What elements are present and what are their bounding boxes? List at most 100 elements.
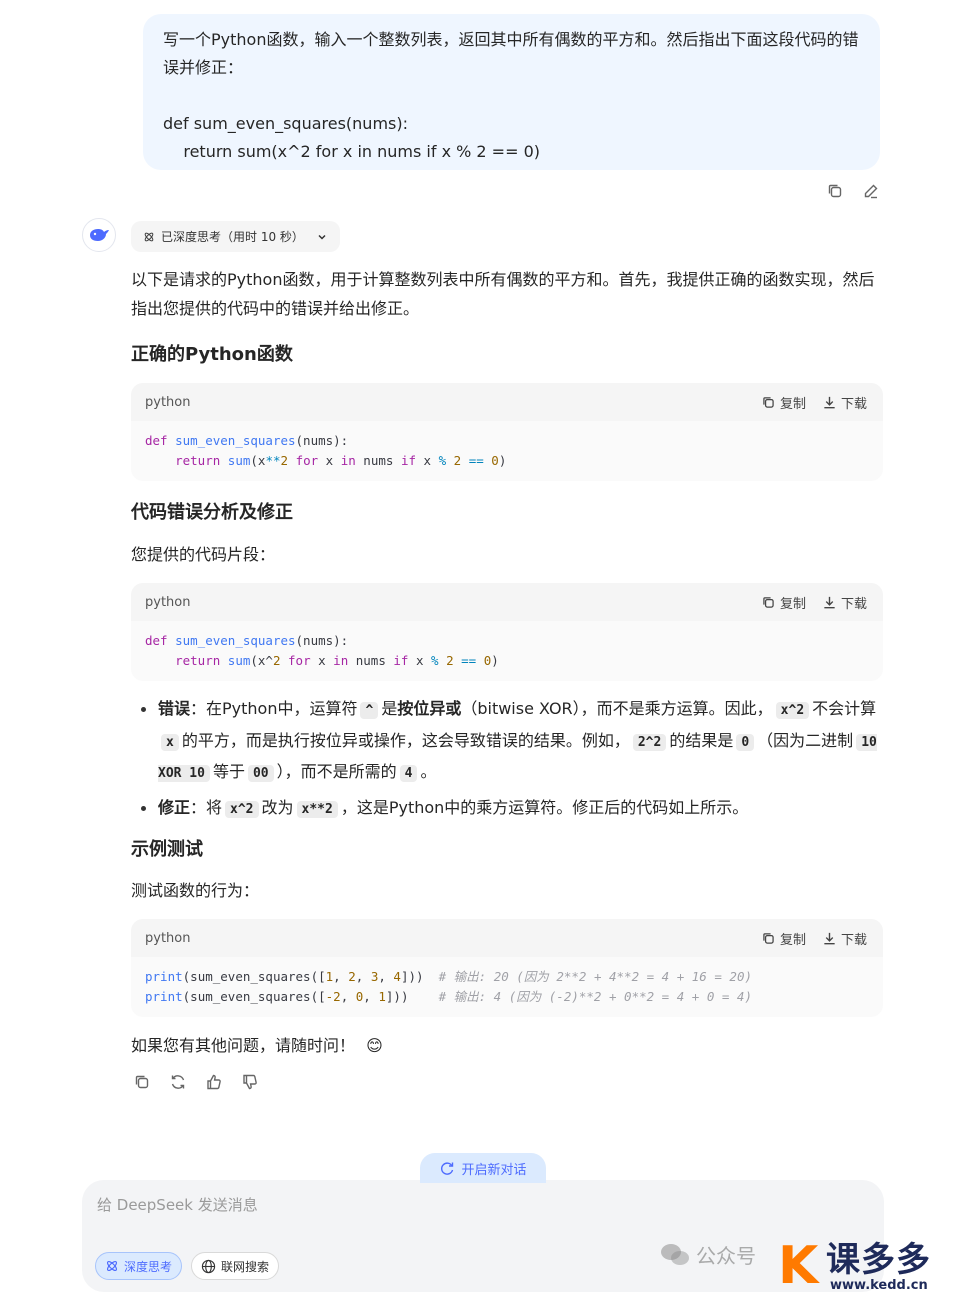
download-label: 下载 — [840, 932, 867, 948]
user-message-line: 写一个Python函数，输入一个整数列表，返回其中所有偶数的平方和。然后指出下面… — [163, 30, 859, 77]
code-token: == — [461, 653, 477, 668]
bullet-text: 的平方，而是执行按位异或操作，这会导致错误的结果。例如， — [181, 730, 630, 750]
code-token: == — [468, 453, 484, 468]
list-item: 错误：在Python中，运算符 ^ 是按位异或（bitwise XOR），而不是乘方… — [131, 694, 883, 789]
inline-code: 0 — [736, 733, 755, 751]
watermark-text: 公众号 — [696, 1244, 756, 1268]
answer-outro: 如果您有其他问题，请随时问！ 😊 — [131, 1031, 383, 1060]
copy-icon[interactable] — [131, 1071, 153, 1093]
code-token: return — [175, 453, 221, 468]
code-token: (nums): — [295, 633, 349, 648]
code-token: sum — [227, 653, 251, 668]
code-content: print(sum_even_squares([1, 2, 3, 4])) # … — [145, 969, 752, 1004]
deep-think-label: 深度思考 — [124, 1259, 173, 1274]
code-token: def — [145, 433, 168, 448]
new-chat-icon — [441, 1162, 454, 1175]
code-token: def — [145, 633, 168, 648]
edit-icon[interactable] — [860, 180, 882, 202]
bullet-text: ：将 — [190, 797, 223, 817]
user-message-spacer — [163, 82, 860, 110]
code-token: print — [145, 969, 183, 984]
copy-code-button[interactable]: 复制 — [761, 929, 806, 948]
code-token: ) — [491, 653, 499, 668]
code-token: for — [288, 653, 311, 668]
inline-code: 4 — [399, 765, 418, 782]
assistant-answer: 以下是请求的Python函数，用于计算整数列表中所有偶数的平方和。首先，我提供正… — [131, 265, 883, 368]
bullet-text: 改为 — [261, 797, 294, 817]
snippet-intro: 您提供的代码片段： — [131, 545, 276, 564]
code-token: if — [393, 653, 409, 668]
copy-code-button[interactable]: 复制 — [761, 593, 806, 612]
bullet-text: （bitwise XOR），而不是乘方运算。因此， — [461, 699, 773, 718]
download-label: 下载 — [840, 396, 867, 412]
bullet-bold: 按位异或 — [397, 699, 462, 718]
code-token: (sum_even_squares([ — [182, 989, 326, 1004]
download-icon — [824, 932, 835, 944]
code-header: python 复制 下载 — [131, 919, 883, 957]
thinking-toggle[interactable]: 已深度思考（用时 10 秒） — [131, 221, 340, 252]
thumbs-up-icon[interactable] — [203, 1071, 225, 1093]
globe-icon — [201, 1259, 216, 1273]
code-token: 3 — [370, 969, 379, 984]
code-token: -2 — [325, 989, 341, 1004]
user-message-line: def sum_even_squares(nums): — [163, 114, 408, 133]
user-message-line: return sum(x^2 for x in nums if x % 2 ==… — [163, 142, 540, 161]
test-intro: 测试函数的行为： — [131, 881, 260, 900]
heading-correct-function: 正确的Python函数 — [131, 344, 293, 365]
deepseek-whale-icon — [90, 229, 109, 241]
brand-logo: K 课多多 www.kedd.cn — [778, 1240, 971, 1300]
code-token: (x — [250, 453, 266, 468]
code-token: x — [408, 653, 432, 668]
code-block: python 复制 下载 print(sum_even_squares([1, … — [131, 919, 883, 1017]
code-header: python 复制 下载 — [131, 383, 883, 421]
inline-code: x — [161, 733, 179, 751]
answer-intro: 以下是请求的Python函数，用于计算整数列表中所有偶数的平方和。首先，我提供正… — [131, 270, 875, 318]
code-comment: # 输出: 4 (因为 (-2)**2 + 0**2 = 4 + 0 = 4) — [438, 989, 752, 1004]
copy-code-button[interactable]: 复制 — [761, 393, 806, 412]
inline-code: x^2 — [225, 800, 259, 818]
brand-name: 课多多 — [826, 1240, 931, 1280]
inline-code: x**2 — [296, 800, 338, 818]
error-bullets: 错误：在Python中，运算符 ^ 是按位异或（bitwise XOR），而不是乘方… — [131, 694, 883, 824]
download-code-button[interactable]: 下载 — [822, 929, 867, 948]
download-label: 下载 — [840, 596, 867, 612]
inline-code: 00 — [247, 765, 274, 782]
download-icon — [824, 596, 835, 608]
user-message-bubble: 写一个Python函数，输入一个整数列表，返回其中所有偶数的平方和。然后指出下面… — [143, 14, 880, 170]
user-message-actions — [824, 180, 882, 202]
code-token: x — [416, 453, 439, 468]
bullet-text: 不会计算 — [812, 699, 877, 718]
code-block: python 复制 下载 def sum_even_squares(nums):… — [131, 383, 883, 481]
message-composer[interactable]: 给 DeepSeek 发送消息 深度思考 联网搜索 — [82, 1180, 884, 1292]
bullet-text: 。 — [420, 762, 437, 781]
new-chat-button[interactable]: 开启新对话 — [420, 1153, 546, 1183]
web-search-toggle[interactable]: 联网搜索 — [191, 1252, 280, 1280]
wechat-icon — [661, 1243, 689, 1265]
code-token: (x^ — [250, 653, 273, 668]
list-item: 修正：将 x^2 改为 x**2 ，这是Python中的乘方运算符。修正后的代码如上所示… — [131, 793, 883, 825]
message-input-placeholder[interactable]: 给 DeepSeek 发送消息 — [97, 1194, 258, 1215]
code-token: in — [333, 653, 349, 668]
code-token: x — [318, 453, 341, 468]
code-token: 0 — [491, 453, 499, 468]
copy-label: 复制 — [779, 596, 806, 612]
web-search-label: 联网搜索 — [221, 1259, 270, 1274]
thumbs-down-icon[interactable] — [239, 1071, 261, 1093]
code-token: % — [431, 653, 439, 668]
code-header: python 复制 下载 — [131, 583, 883, 621]
download-code-button[interactable]: 下载 — [822, 593, 867, 612]
copy-icon[interactable] — [824, 180, 846, 202]
code-token: nums — [348, 653, 394, 668]
code-token: (sum_even_squares([ — [182, 969, 326, 984]
code-token: print — [145, 989, 183, 1004]
regenerate-icon[interactable] — [167, 1071, 189, 1093]
brand-url: www.kedd.cn — [830, 1278, 928, 1293]
bullet-text: （因为二进制 — [757, 730, 854, 750]
download-code-button[interactable]: 下载 — [822, 393, 867, 412]
deep-think-toggle[interactable]: 深度思考 — [95, 1252, 183, 1280]
code-token: 2 — [453, 453, 462, 468]
inline-code: ^ — [360, 702, 379, 719]
code-token: 1 — [378, 989, 386, 1004]
inline-code: 2^2 — [632, 733, 667, 751]
code-token: ** — [265, 453, 281, 468]
